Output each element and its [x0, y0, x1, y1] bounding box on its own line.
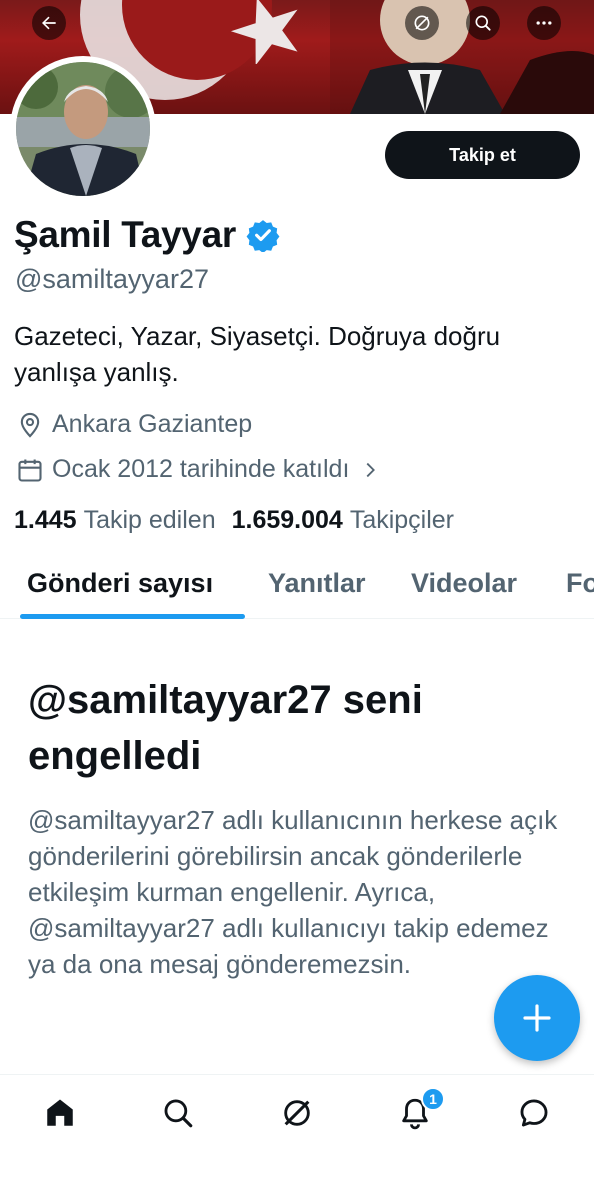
following-count: 1.445 [14, 506, 77, 534]
follow-counts: 1.445 Takip edilen 1.659.004 Takipçiler [14, 506, 454, 535]
following-label: Takip edilen [83, 506, 216, 534]
back-arrow-icon [42, 16, 56, 30]
more-button[interactable] [527, 6, 561, 40]
location-pin-icon [20, 412, 40, 438]
avatar-photo [16, 62, 150, 196]
home-icon [47, 1099, 73, 1126]
compose-button[interactable] [494, 975, 580, 1061]
followers-link[interactable]: 1.659.004 Takipçiler [232, 506, 454, 535]
profile-name-row: Şamil Tayyar [14, 214, 280, 256]
follow-button[interactable]: Takip et [385, 131, 580, 179]
profile-bio: Gazeteci, Yazar, Siyasetçi. Doğruya doğr… [14, 321, 501, 387]
profile-handle: @samiltayyar27 [15, 264, 209, 294]
search-button[interactable] [466, 6, 500, 40]
more-icon [536, 21, 552, 25]
grok-icon [284, 1100, 310, 1126]
active-tab-indicator [20, 614, 245, 619]
following-link[interactable]: 1.445 Takip edilen [14, 506, 216, 535]
location-text: Ankara Gaziantep [52, 410, 253, 438]
bottom-nav [0, 1074, 594, 1200]
profile-name: Şamil Tayyar [14, 214, 236, 255]
grok-icon [414, 15, 430, 31]
banner-star [230, 0, 298, 64]
followers-count: 1.659.004 [231, 506, 343, 534]
tab-replies[interactable]: Yanıtlar [268, 568, 366, 599]
nav-messages[interactable] [514, 1093, 554, 1133]
joined-text: Ocak 2012 tarihinde katıldı [52, 455, 350, 483]
back-button[interactable] [32, 6, 66, 40]
nav-grok[interactable] [277, 1093, 317, 1133]
nav-home[interactable] [40, 1093, 80, 1133]
tab-posts[interactable]: Gönderi sayısı [27, 568, 213, 599]
grok-button[interactable] [405, 6, 439, 40]
plus-icon [523, 1004, 551, 1032]
notification-badge: 1 [421, 1087, 445, 1111]
tab-videos[interactable]: Videolar [411, 568, 517, 599]
chevron-right-icon [367, 462, 376, 477]
message-icon [520, 1099, 548, 1127]
avatar[interactable] [10, 56, 156, 202]
calendar-icon [18, 459, 42, 482]
profile-joined[interactable]: Ocak 2012 tarihinde katıldı [16, 455, 389, 484]
followers-label: Takipçiler [349, 506, 455, 534]
search-icon [475, 15, 491, 31]
profile-tabs: Gönderi sayısı Yanıtlar Videolar Fo [0, 562, 594, 619]
blocked-description: @samiltayyar27 adlı kullanıcının herkese… [28, 805, 558, 979]
search-icon [164, 1099, 193, 1128]
nav-search[interactable] [158, 1093, 198, 1133]
verified-badge-icon[interactable] [246, 218, 280, 252]
profile-location: Ankara Gaziantep [16, 410, 252, 439]
tab-more[interactable]: Fo [566, 568, 594, 599]
blocked-title: @samiltayyar27 seni engelledi [28, 678, 423, 778]
